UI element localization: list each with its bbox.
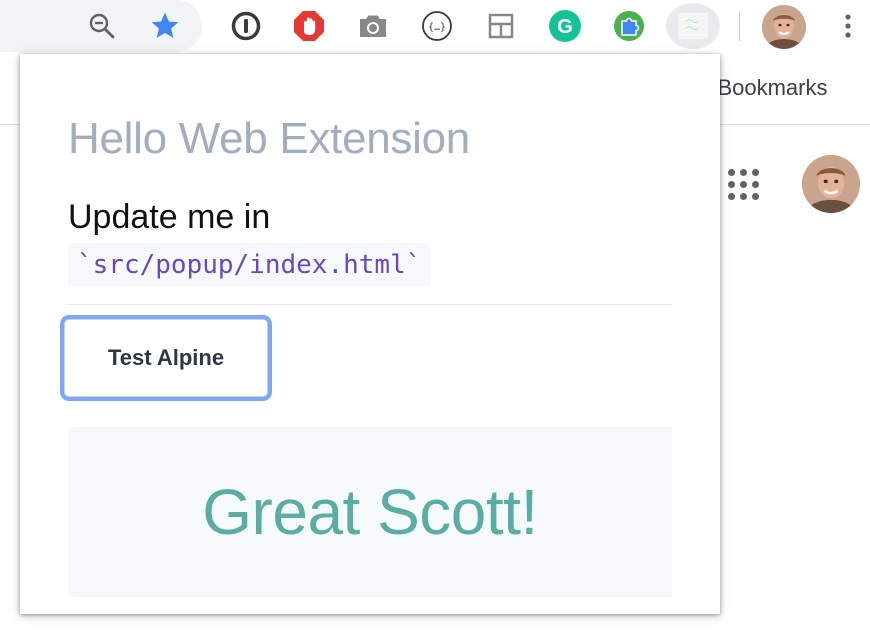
screenshot-camera-icon[interactable] [355,8,391,44]
popup-divider [68,304,672,305]
popup-title: Hello Web Extension [68,114,470,163]
zoom-out-icon[interactable] [84,8,120,44]
extension-popup: Hello Web Extension Update me in `src/po… [20,54,720,614]
result-panel: Great Scott! [68,427,672,597]
popup-instruction-text: Update me in [68,198,271,236]
1password-icon[interactable] [228,8,264,44]
svg-text:G: G [557,16,573,38]
google-apps-grid-icon[interactable] [728,169,760,201]
other-bookmarks-link[interactable]: r Bookmarks [704,75,827,101]
test-alpine-button[interactable]: Test Alpine [64,319,268,397]
svg-text:{…}: {…} [428,22,446,33]
grammarly-icon[interactable]: G [547,8,583,44]
browser-toolbar: {…} G [0,0,870,54]
toolbar-separator [739,11,740,41]
adblock-icon[interactable] [291,8,327,44]
bookmark-star-icon[interactable] [147,8,183,44]
tailwind-extension-icon[interactable] [666,3,720,49]
code-path: `src/popup/index.html` [68,243,431,287]
page-account-avatar[interactable] [802,155,860,213]
result-text: Great Scott! [202,476,538,548]
puzzle-extension-icon[interactable] [611,8,647,44]
profile-avatar[interactable] [762,5,806,49]
more-menu-icon[interactable] [830,8,866,44]
layout-icon[interactable] [483,8,519,44]
json-formatter-icon[interactable]: {…} [419,8,455,44]
